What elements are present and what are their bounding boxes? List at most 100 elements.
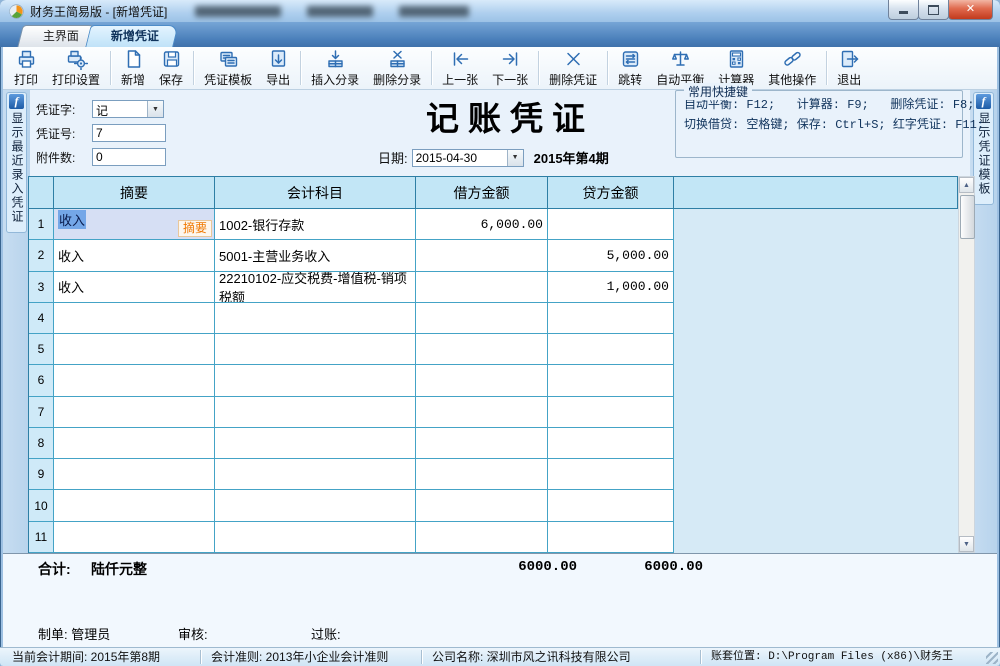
summary-cell[interactable]: 收入 — [54, 272, 215, 303]
summary-cell[interactable] — [54, 397, 215, 428]
summary-cell[interactable]: 收入 — [54, 240, 215, 271]
exit-button[interactable]: 退出 — [830, 47, 868, 89]
credit-cell[interactable] — [548, 397, 674, 428]
date-select[interactable]: 2015-04-30 ▼ — [412, 149, 524, 167]
debit-header: 借方金额 — [416, 177, 548, 209]
account-cell[interactable] — [215, 397, 416, 428]
header-filler — [674, 177, 958, 209]
table-row: 4 — [29, 303, 958, 334]
voucher-template-button[interactable]: 凭证模板 — [197, 47, 259, 89]
next-voucher-button[interactable]: 下一张 — [485, 47, 535, 89]
debit-cell[interactable] — [416, 240, 548, 271]
row-number[interactable]: 5 — [29, 334, 54, 365]
debit-cell[interactable] — [416, 334, 548, 365]
account-cell[interactable] — [215, 334, 416, 365]
status-ledger-path: 账套位置: D:\Program Files (x86)\财务王 — [701, 650, 1000, 664]
credit-cell[interactable] — [548, 428, 674, 459]
credit-cell[interactable] — [548, 334, 674, 365]
debit-cell[interactable] — [416, 428, 548, 459]
row-number[interactable]: 10 — [29, 490, 54, 521]
summary-cell[interactable] — [54, 303, 215, 334]
show-recent-vouchers-tab[interactable]: f 显示最近录入凭证 — [6, 92, 27, 233]
debit-cell[interactable] — [416, 490, 548, 521]
table-row: 2 收入 5001-主营业务收入 5,000.00 — [29, 240, 958, 271]
vertical-scrollbar[interactable]: ▲ ▼ — [958, 176, 975, 553]
credit-cell[interactable] — [548, 365, 674, 396]
summary-tag-button[interactable]: 摘要 — [178, 220, 212, 237]
new-button[interactable]: 新增 — [114, 47, 152, 89]
attachment-label: 附件数: — [36, 149, 92, 166]
debit-cell[interactable] — [416, 272, 548, 303]
status-accounting-period: 当前会计期间: 2015年第8期 — [0, 650, 201, 664]
debit-cell[interactable] — [416, 459, 548, 490]
account-cell[interactable]: 1002-银行存款 — [215, 209, 416, 240]
summary-cell[interactable] — [54, 334, 215, 365]
row-number[interactable]: 3 — [29, 272, 54, 303]
row-number[interactable]: 6 — [29, 365, 54, 396]
resize-grip[interactable] — [986, 652, 998, 664]
export-button[interactable]: 导出 — [259, 47, 297, 89]
chevron-down-icon[interactable]: ▼ — [147, 101, 163, 117]
row-number[interactable]: 1 — [29, 209, 54, 240]
print-button[interactable]: 打印 — [7, 47, 45, 89]
summary-cell[interactable] — [54, 365, 215, 396]
tab-new-voucher[interactable]: 新增凭证 — [85, 25, 179, 47]
voucher-no-input[interactable] — [92, 124, 166, 142]
save-button[interactable]: 保存 — [152, 47, 190, 89]
delete-entry-button[interactable]: 删除分录 — [366, 47, 428, 89]
auditor-label: 审核: — [178, 624, 208, 643]
account-cell[interactable] — [215, 522, 416, 553]
debit-cell[interactable]: 6,000.00 — [416, 209, 548, 240]
summary-cell[interactable]: 收入 摘要 — [54, 209, 215, 240]
credit-cell[interactable] — [548, 490, 674, 521]
account-cell[interactable] — [215, 490, 416, 521]
minimize-button[interactable] — [888, 0, 919, 20]
debit-cell[interactable] — [416, 397, 548, 428]
summary-cell[interactable] — [54, 428, 215, 459]
summary-cell[interactable] — [54, 459, 215, 490]
show-voucher-templates-tab[interactable]: f 显示凭证模板 — [973, 92, 994, 205]
previous-voucher-button[interactable]: 上一张 — [435, 47, 485, 89]
delete-voucher-button[interactable]: 删除凭证 — [542, 47, 604, 89]
scroll-down-button[interactable]: ▼ — [959, 536, 974, 552]
scroll-up-button[interactable]: ▲ — [959, 177, 974, 193]
debit-cell[interactable] — [416, 365, 548, 396]
debit-cell[interactable] — [416, 522, 548, 553]
row-number[interactable]: 11 — [29, 522, 54, 553]
debit-cell[interactable] — [416, 303, 548, 334]
chevron-down-icon[interactable]: ▼ — [507, 150, 523, 166]
insert-entry-button[interactable]: 插入分录 — [304, 47, 366, 89]
jump-button[interactable]: 跳转 — [611, 47, 649, 89]
total-row: 合计: 陆仟元整 6000.00 6000.00 — [33, 559, 973, 579]
row-number[interactable]: 2 — [29, 240, 54, 271]
close-button[interactable]: ✕ — [948, 0, 993, 20]
credit-cell[interactable] — [548, 459, 674, 490]
credit-cell[interactable] — [548, 522, 674, 553]
account-cell[interactable] — [215, 428, 416, 459]
voucher-no-label: 凭证号: — [36, 125, 92, 142]
account-cell[interactable] — [215, 459, 416, 490]
voucher-word-value: 记 — [93, 101, 147, 117]
row-number[interactable]: 4 — [29, 303, 54, 334]
table-row: 1 收入 摘要 1002-银行存款 6,000.00 — [29, 209, 958, 240]
other-actions-button[interactable]: 其他操作 — [761, 47, 823, 89]
credit-cell[interactable]: 5,000.00 — [548, 240, 674, 271]
account-cell[interactable]: 5001-主营业务收入 — [215, 240, 416, 271]
row-number[interactable]: 8 — [29, 428, 54, 459]
summary-cell[interactable] — [54, 522, 215, 553]
credit-cell[interactable]: 1,000.00 — [548, 272, 674, 303]
print-settings-button[interactable]: 打印设置 — [45, 47, 107, 89]
credit-cell[interactable] — [548, 303, 674, 334]
row-number[interactable]: 9 — [29, 459, 54, 490]
account-cell[interactable]: 22210102-应交税费-增值税-销项税额 — [215, 272, 416, 303]
scrollbar-thumb[interactable] — [960, 195, 975, 239]
voucher-word-select[interactable]: 记 ▼ — [92, 100, 164, 118]
summary-cell[interactable] — [54, 490, 215, 521]
account-cell[interactable] — [215, 365, 416, 396]
attachment-count-input[interactable] — [92, 148, 166, 166]
account-cell[interactable] — [215, 303, 416, 334]
maximize-button[interactable] — [918, 0, 949, 20]
row-number[interactable]: 7 — [29, 397, 54, 428]
button-label: 插入分录 — [311, 71, 359, 88]
credit-cell[interactable] — [548, 209, 674, 240]
